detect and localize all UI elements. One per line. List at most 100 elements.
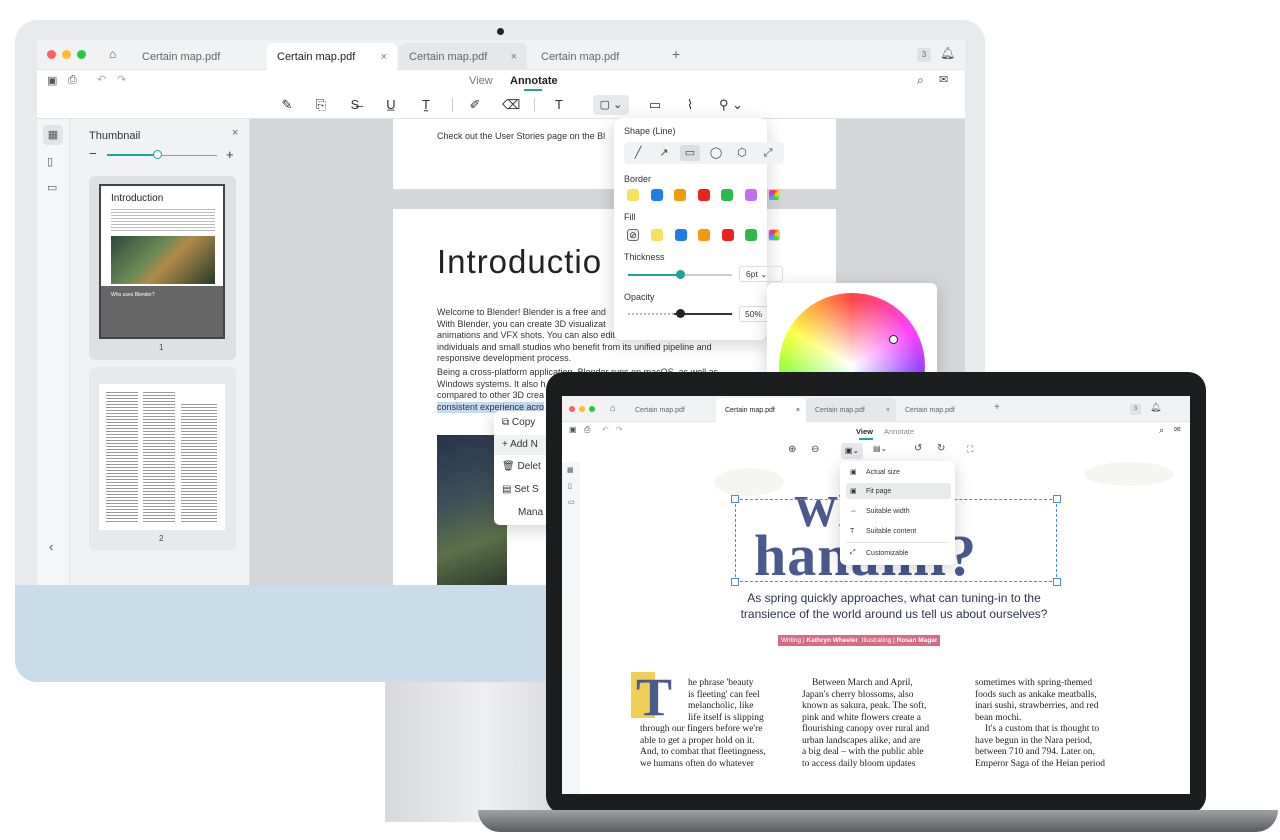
rotate-left-icon[interactable]: ↺: [914, 443, 922, 454]
selection-handle[interactable]: [731, 578, 739, 586]
fit-page-option[interactable]: ▣ Fit page: [846, 483, 951, 499]
redo-icon[interactable]: ↷: [616, 425, 623, 434]
custom-fill-color-swatch[interactable]: [768, 229, 780, 241]
sticky-note-tool-icon[interactable]: ▭: [647, 97, 663, 113]
save-icon[interactable]: ▣: [569, 425, 577, 434]
minimize-window-button[interactable]: [62, 50, 71, 59]
tab-3[interactable]: Certain map.pdf ×: [806, 398, 896, 422]
close-panel-icon[interactable]: ×: [232, 127, 238, 139]
close-tab-icon[interactable]: ×: [796, 407, 800, 414]
fill-color-swatch[interactable]: [721, 229, 734, 241]
customizable-option[interactable]: ⤢ Customizable: [846, 545, 951, 561]
copy-menu-item[interactable]: ⧉ Copy: [502, 417, 535, 428]
tab-4[interactable]: Certain map.pdf: [896, 398, 986, 422]
border-color-swatch[interactable]: [674, 189, 686, 201]
thickness-slider-handle[interactable]: [676, 270, 685, 279]
connector-shape-icon[interactable]: ⤢: [758, 145, 778, 161]
zoom-in-icon[interactable]: +: [226, 147, 234, 162]
thumbnail-panel-icon[interactable]: ▦: [567, 466, 574, 474]
tab-1[interactable]: Certain map.pdf: [626, 398, 716, 422]
underline-tool-icon[interactable]: U̲: [383, 97, 399, 113]
add-note-menu-item[interactable]: + Add N: [502, 439, 538, 450]
mail-icon[interactable]: ✉: [1174, 425, 1181, 434]
tab-count-badge[interactable]: 3: [917, 48, 931, 62]
collapse-panel-icon[interactable]: ‹: [49, 539, 53, 554]
tab-count-badge[interactable]: 3: [1130, 404, 1141, 415]
suitable-content-option[interactable]: T Suitable content: [846, 523, 951, 539]
bookmark-panel-icon[interactable]: ▯: [568, 482, 572, 490]
pencil-tool-icon[interactable]: ✐: [467, 97, 483, 113]
bell-icon[interactable]: 🔔︎: [940, 46, 955, 60]
search-icon[interactable]: ⌕: [917, 73, 924, 88]
border-color-swatch[interactable]: [627, 189, 639, 201]
zoom-in-icon[interactable]: ⊕: [788, 444, 796, 455]
save-icon[interactable]: ▣: [47, 74, 57, 87]
border-color-swatch[interactable]: [721, 189, 733, 201]
border-color-swatch[interactable]: [697, 189, 710, 201]
actual-size-option[interactable]: ▣ Actual size: [846, 464, 951, 480]
fullscreen-icon[interactable]: ⛶: [967, 444, 973, 455]
tab-2[interactable]: Certain map.pdf ×: [716, 398, 806, 422]
print-icon[interactable]: ⎙: [584, 425, 590, 435]
color-wheel-handle[interactable]: [889, 335, 898, 344]
thickness-select[interactable]: 6pt ⌄: [739, 266, 783, 282]
close-window-button[interactable]: [569, 406, 575, 412]
thumbnail-panel-icon[interactable]: ▦: [43, 125, 63, 145]
arrow-shape-icon[interactable]: ↗: [654, 145, 674, 161]
shape-tool-button[interactable]: ▢ ⌄: [593, 95, 629, 115]
tab-2[interactable]: Certain map.pdf ×: [267, 43, 397, 70]
line-shape-icon[interactable]: ╱: [628, 145, 648, 161]
comment-panel-icon[interactable]: ▭: [47, 181, 57, 194]
selection-handle[interactable]: [731, 495, 739, 503]
polygon-shape-icon[interactable]: ⬡: [732, 145, 752, 161]
new-tab-button[interactable]: +: [994, 402, 1000, 413]
fill-color-swatch[interactable]: [674, 229, 687, 241]
zoom-window-button[interactable]: [77, 50, 86, 59]
suitable-width-option[interactable]: ⇔ Suitable width: [846, 503, 951, 519]
opacity-input[interactable]: 50%: [739, 306, 769, 322]
selection-handle[interactable]: [1053, 578, 1061, 586]
thumbnail-1[interactable]: Introduction Who uses Blender? 1: [89, 176, 236, 360]
tab-4[interactable]: Certain map.pdf: [531, 43, 656, 70]
bookmark-panel-icon[interactable]: ▯: [47, 155, 53, 168]
thumbnail-2[interactable]: 2: [89, 367, 236, 551]
note-tool-icon[interactable]: ⎘: [313, 97, 329, 113]
zoom-out-icon[interactable]: ⊖: [811, 444, 819, 455]
redo-icon[interactable]: ↷: [117, 73, 126, 86]
selection-handle[interactable]: [1053, 495, 1061, 503]
close-tab-icon[interactable]: ×: [381, 51, 387, 63]
mode-view[interactable]: View: [856, 427, 873, 436]
minimize-window-button[interactable]: [579, 406, 585, 412]
eraser-tool-icon[interactable]: ⌫: [502, 97, 520, 113]
home-icon[interactable]: ⌂: [610, 403, 615, 413]
tab-3[interactable]: Certain map.pdf ×: [399, 43, 527, 70]
zoom-window-button[interactable]: [589, 406, 595, 412]
search-icon[interactable]: ⌕: [1159, 425, 1164, 436]
tab-1[interactable]: Certain map.pdf: [132, 43, 267, 70]
custom-border-color-swatch[interactable]: [768, 189, 780, 201]
print-icon[interactable]: ⎙: [68, 74, 77, 87]
mail-icon[interactable]: ✉: [939, 73, 948, 86]
close-tab-icon[interactable]: ×: [511, 51, 517, 63]
mode-view[interactable]: View: [469, 75, 493, 87]
close-tab-icon[interactable]: ×: [886, 407, 890, 414]
undo-icon[interactable]: ↶: [97, 73, 106, 86]
fit-mode-button[interactable]: ▣⌄: [841, 443, 863, 459]
stamp-tool-icon[interactable]: ⚲ ⌄: [717, 97, 745, 113]
fill-color-swatch[interactable]: [745, 229, 757, 241]
rotate-right-icon[interactable]: ↻: [937, 443, 945, 454]
ellipse-shape-icon[interactable]: ◯: [706, 145, 726, 161]
squiggly-tool-icon[interactable]: T̰: [418, 97, 434, 113]
fill-color-swatch[interactable]: [651, 229, 663, 241]
highlight-tool-icon[interactable]: ✎: [279, 97, 295, 113]
delete-menu-item[interactable]: 🗑︎ Delet: [502, 461, 541, 472]
zoom-slider-handle[interactable]: [153, 150, 162, 159]
fill-color-swatch[interactable]: [698, 229, 710, 241]
zoom-out-icon[interactable]: −: [89, 146, 97, 161]
bell-icon[interactable]: 🔔︎: [1150, 402, 1161, 413]
border-color-swatch[interactable]: [744, 189, 757, 201]
new-tab-button[interactable]: +: [672, 46, 680, 62]
home-icon[interactable]: ⌂: [109, 47, 116, 61]
no-fill-swatch[interactable]: ⊘: [627, 229, 639, 241]
mode-annotate[interactable]: Annotate: [510, 75, 558, 87]
